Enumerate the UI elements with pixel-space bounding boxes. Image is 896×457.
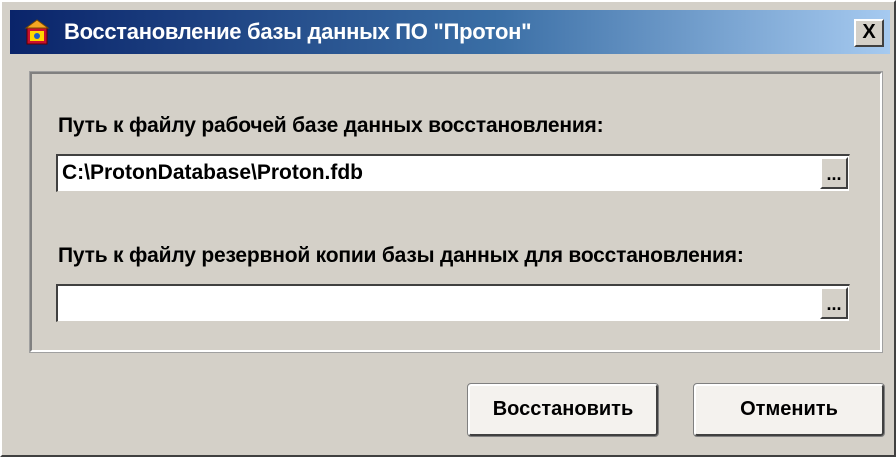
close-icon: X	[862, 21, 876, 43]
working-db-browse-button[interactable]: ...	[820, 157, 848, 189]
backup-field: ...	[56, 284, 850, 322]
backup-browse-button[interactable]: ...	[820, 287, 848, 319]
window-title: Восстановление базы данных ПО "Протон"	[64, 19, 532, 44]
close-button[interactable]: X	[854, 19, 884, 47]
restore-dialog: Восстановление базы данных ПО "Протон" X…	[0, 0, 896, 457]
backup-path-input[interactable]	[62, 286, 812, 320]
working-db-label: Путь к файлу рабочей базе данных восстан…	[58, 114, 604, 137]
working-db-path-input[interactable]	[62, 156, 812, 190]
app-icon	[24, 19, 50, 45]
restore-button[interactable]: Восстановить	[467, 383, 659, 437]
title-bar[interactable]: Восстановление базы данных ПО "Протон" X	[10, 10, 890, 54]
cancel-button[interactable]: Отменить	[693, 383, 885, 437]
backup-label: Путь к файлу резервной копии базы данных…	[58, 244, 744, 267]
working-db-field: ...	[56, 154, 850, 192]
